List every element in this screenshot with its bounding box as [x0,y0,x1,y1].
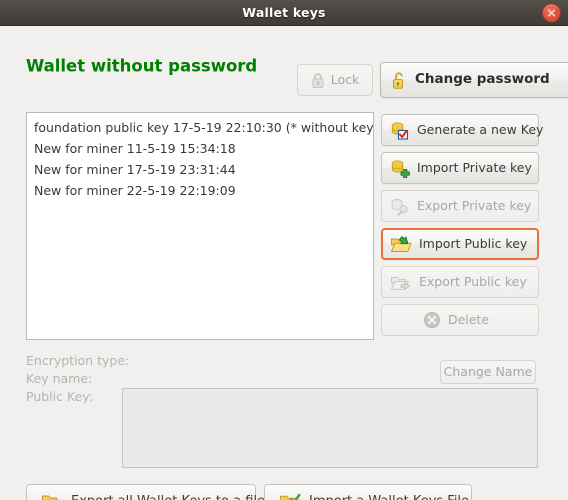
export-private-key-button[interactable]: Export Private key [381,190,539,222]
import-private-key-button[interactable]: Import Private key [381,152,539,184]
circle-x-grey-icon [423,311,441,329]
folder-grey-out-icon [390,273,412,292]
import-public-key-button[interactable]: Import Public key [381,228,539,260]
list-item[interactable]: New for miner 17-5-19 23:31:44 [27,159,373,180]
close-icon [547,8,556,17]
wallet-keys-window: Wallet keys Wallet without password Lock… [0,0,568,500]
padlock-open-gold-icon [391,71,407,90]
export-private-key-button-label: Export Private key [417,197,532,213]
folder-green-out-icon [41,492,63,500]
list-item[interactable]: foundation public key 17-5-19 22:10:30 (… [27,117,373,138]
import-wallet-keys-file-button-label: Import a Wallet Keys File [309,495,469,500]
wallet-status-text: Wallet without password [26,56,258,76]
export-all-wallet-keys-button-label: Export all Wallet Keys to a file [71,495,265,500]
encryption-type-label: Encryption type: [26,353,130,368]
import-wallet-keys-file-button[interactable]: Import a Wallet Keys File [264,484,472,500]
import-private-key-button-label: Import Private key [417,159,532,175]
change-name-button[interactable]: Change Name [440,360,536,384]
title-bar: Wallet keys [0,0,568,26]
change-password-button[interactable]: Change password [380,62,568,98]
list-item[interactable]: New for miner 11-5-19 15:34:18 [27,138,373,159]
delete-button-label: Delete [447,311,490,327]
generate-new-key-button-label: Generate a new Key [417,121,544,137]
content-area: Wallet without password Lock Change pass… [0,26,568,500]
folder-green-in-icon [390,235,412,254]
delete-button[interactable]: Delete [381,304,539,336]
detail-labels: Encryption type: Key name: Public Key: [26,352,130,406]
export-public-key-button[interactable]: Export Public key [381,266,539,298]
close-button[interactable] [542,3,561,22]
import-public-key-button-label: Import Public key [419,235,528,251]
window-title: Wallet keys [242,5,326,20]
key-gold-check-icon [390,121,410,140]
key-gold-plus-icon [390,159,410,178]
export-public-key-button-label: Export Public key [419,273,527,289]
generate-new-key-button[interactable]: Generate a new Key [381,114,543,146]
key-actions-column: Generate a new Key Import Private key Ex… [381,114,543,342]
public-key-textarea[interactable] [122,388,538,468]
key-grey-export-icon [390,197,410,216]
change-name-button-label: Change Name [443,363,533,379]
public-key-label: Public Key: [26,389,93,404]
key-name-label: Key name: [26,371,93,386]
padlock-closed-icon [311,72,325,89]
key-list[interactable]: foundation public key 17-5-19 22:10:30 (… [26,112,374,340]
change-password-button-label: Change password [415,71,550,88]
footer-actions: Export all Wallet Keys to a file Import … [0,484,568,500]
lock-button-label: Lock [330,71,360,87]
lock-button[interactable]: Lock [297,64,373,96]
folder-green-check-icon [279,492,301,500]
list-item[interactable]: New for miner 22-5-19 22:19:09 [27,180,373,201]
export-all-wallet-keys-button[interactable]: Export all Wallet Keys to a file [26,484,265,500]
